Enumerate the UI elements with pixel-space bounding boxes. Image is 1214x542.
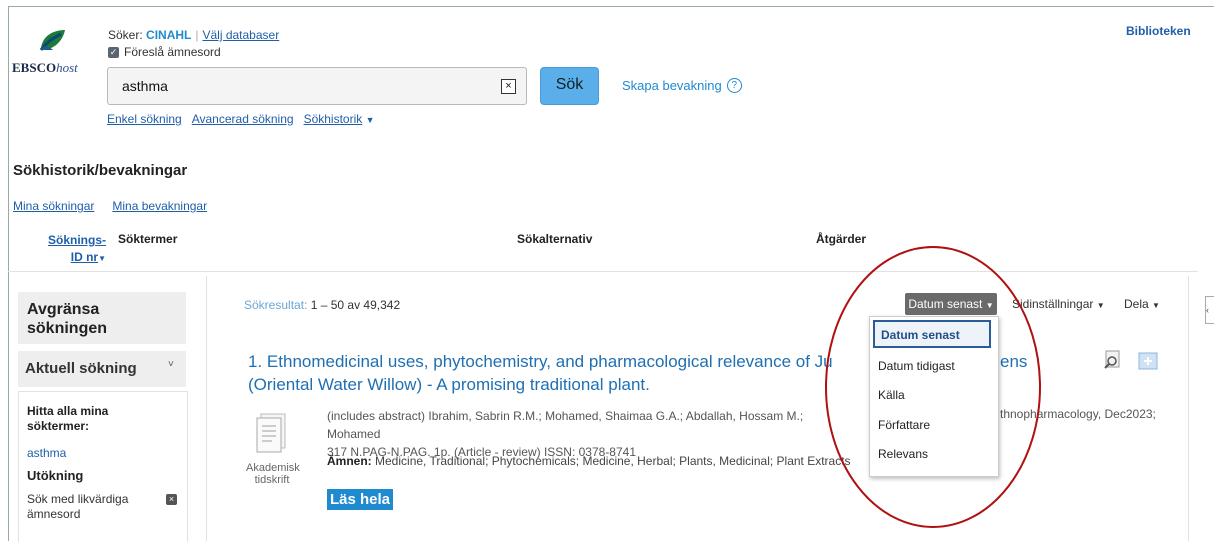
- libraries-link[interactable]: Biblioteken: [1126, 24, 1191, 38]
- create-alert[interactable]: Skapa bevakning ?: [622, 78, 742, 93]
- suggest-subject-terms[interactable]: ✓ Föreslå ämnesord: [108, 45, 221, 59]
- search-button[interactable]: Sök: [540, 67, 599, 105]
- my-alerts-link[interactable]: Mina bevakningar: [112, 199, 207, 213]
- create-alert-label[interactable]: Skapa bevakning: [622, 78, 722, 93]
- current-search-label: Aktuell sökning: [25, 360, 137, 377]
- column-search-id[interactable]: Söknings- ID nr▼: [48, 232, 106, 267]
- result-title[interactable]: 1. Ethnomedicinal uses, phytochemistry, …: [248, 350, 868, 373]
- search-history-menu[interactable]: Sökhistorik ▼: [304, 112, 375, 126]
- result-title-line2[interactable]: (Oriental Water Willow) - A promising tr…: [248, 373, 868, 396]
- help-icon[interactable]: ?: [726, 78, 742, 93]
- result-metadata: (includes abstract) Ibrahim, Sabrin R.M.…: [327, 409, 804, 459]
- current-search-panel: Hitta alla mina söktermer: asthma Utöknin…: [18, 391, 188, 542]
- current-search-toggle[interactable]: Aktuell sökning ˅: [18, 351, 186, 387]
- chevron-down-icon[interactable]: ▼: [366, 115, 375, 125]
- search-input[interactable]: asthma ×: [107, 67, 527, 105]
- searching-label: Söker:: [108, 28, 143, 42]
- right-panel-divider: [1188, 276, 1189, 541]
- choose-databases-link[interactable]: Välj databaser: [202, 28, 279, 42]
- column-search-terms: Söktermer: [118, 232, 178, 246]
- result-subjects: Ämnen: Medicine, Traditional; Phytochemi…: [327, 454, 851, 468]
- my-searches-link[interactable]: Mina sökningar: [13, 199, 94, 213]
- preview-magnifier-icon[interactable]: [1103, 350, 1125, 370]
- chevron-down-icon[interactable]: ˅: [168, 359, 174, 370]
- collapse-right-panel-icon[interactable]: ‹: [1205, 296, 1214, 324]
- history-title: Sökhistorik/bevakningar: [13, 162, 188, 179]
- search-term-link[interactable]: asthma: [27, 446, 66, 460]
- academic-journal-icon: [256, 413, 286, 453]
- basic-search-link[interactable]: Enkel sökning: [107, 112, 182, 126]
- database-name: CINAHL: [146, 28, 192, 42]
- search-value[interactable]: asthma: [122, 78, 168, 94]
- database-line: Söker: CINAHL | Välj databaser: [108, 28, 280, 42]
- find-all-terms-label: Hitta alla mina söktermer:: [27, 404, 109, 433]
- advanced-search-link[interactable]: Avancerad sökning: [192, 112, 294, 126]
- column-search-options: Sökalternativ: [517, 232, 593, 246]
- red-annotation-ellipse: [825, 246, 1041, 528]
- results-count: Sökresultat: 1 – 50 av 49,342: [244, 298, 401, 312]
- ebsco-logo[interactable]: EBSCOhost: [12, 60, 78, 76]
- chevron-down-icon: ▼: [1152, 301, 1160, 310]
- ebsco-leaf-icon[interactable]: [37, 28, 67, 52]
- checkbox-checked-icon[interactable]: ✓: [108, 46, 119, 58]
- share-menu[interactable]: Dela ▼: [1124, 297, 1160, 311]
- frame-top-border: [8, 6, 1214, 7]
- publication-type-label: Akademisk tidskrift: [246, 462, 300, 486]
- add-to-folder-icon[interactable]: [1138, 350, 1158, 370]
- search-mode-nav: Enkel sökning Avancerad sökning Sökhisto…: [107, 112, 375, 126]
- refine-search-header: Avgränsa sökningen: [18, 292, 186, 344]
- equivalent-subjects-label: Sök med likvärdiga ämnesord: [27, 492, 129, 521]
- panel-divider: [206, 276, 207, 541]
- chevron-down-icon: ▼: [1096, 301, 1105, 310]
- remove-expander-icon[interactable]: ×: [166, 494, 177, 505]
- history-links: Mina sökningar Mina bevakningar: [13, 199, 207, 213]
- suggest-label: Föreslå ämnesord: [124, 45, 221, 59]
- clear-search-icon[interactable]: ×: [501, 79, 516, 94]
- frame-left-border: [8, 6, 9, 541]
- expansion-label: Utökning: [27, 468, 84, 483]
- sort-caret-icon[interactable]: ▼: [98, 254, 106, 263]
- read-full-text-button[interactable]: Läs hela: [327, 489, 394, 510]
